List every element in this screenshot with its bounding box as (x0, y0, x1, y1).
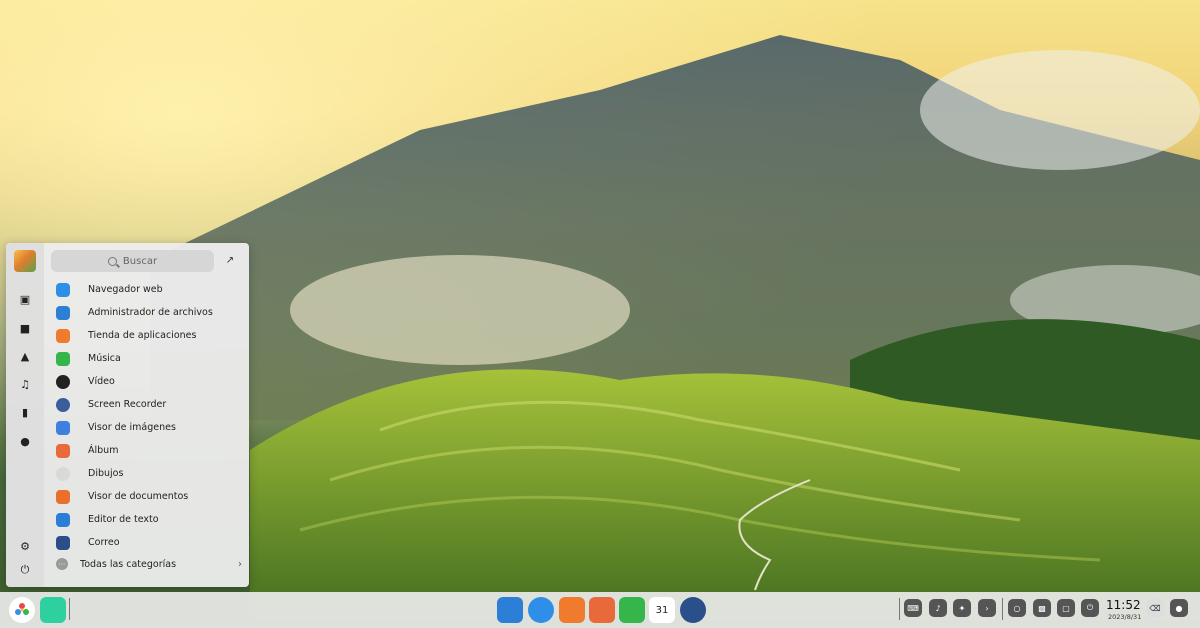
pictures-category-icon[interactable]: ▲ (16, 347, 34, 365)
browser-icon (56, 282, 70, 297)
calendar-day: 31 (655, 604, 669, 616)
app-item-administrador-de-archivos[interactable]: Administrador de archivos (56, 301, 246, 324)
power-icon[interactable]: ⏻ (1081, 599, 1099, 617)
file-manager-icon[interactable] (497, 597, 523, 623)
browser-icon[interactable] (528, 597, 554, 623)
video-icon (56, 374, 70, 389)
app-list: Navegador web Administrador de archivos … (56, 278, 246, 554)
window-icon[interactable]: ▢ (1057, 599, 1075, 617)
all-categories-label: Todas las categorías (80, 558, 177, 570)
app-label: Vídeo (88, 376, 115, 387)
tray-separator (1002, 598, 1003, 620)
app-item-correo[interactable]: Correo (56, 531, 246, 554)
app-label: Música (88, 353, 121, 364)
file-manager-icon (56, 305, 70, 320)
app-label: Correo (88, 537, 120, 548)
power-icon[interactable]: ⏻ (16, 561, 34, 579)
screen-recorder-icon (56, 397, 70, 412)
user-avatar[interactable] (14, 250, 36, 272)
search-icon[interactable]: ○ (1008, 599, 1026, 617)
app-label: Visor de documentos (88, 491, 189, 502)
app-item-video[interactable]: Vídeo (56, 370, 246, 393)
app-item-screen-recorder[interactable]: Screen Recorder (56, 393, 246, 416)
more-icon: ⋯ (56, 558, 68, 570)
music-icon (56, 351, 70, 366)
dock: 31 ⌨ ♪ ✦ › ○ ▩ ▢ ⏻ ⌫ ● (0, 592, 1200, 628)
multitasking-view-icon[interactable] (40, 597, 66, 623)
album-icon (56, 443, 70, 458)
image-viewer-icon (56, 420, 70, 435)
screenshot-icon[interactable]: ✦ (953, 599, 971, 617)
notification-icon[interactable]: ● (1170, 599, 1188, 617)
app-item-musica[interactable]: Música (56, 347, 246, 370)
clock-time[interactable]: 11:52 (1106, 598, 1141, 612)
settings-icon[interactable]: ⚙ (16, 537, 34, 555)
app-label: Administrador de archivos (88, 307, 213, 318)
mail-icon (56, 535, 70, 550)
text-editor-icon (56, 512, 70, 527)
app-label: Dibujos (88, 468, 124, 479)
documents-category-icon[interactable]: ■ (16, 319, 34, 337)
app-store-icon[interactable] (559, 597, 585, 623)
app-label: Tienda de aplicaciones (88, 330, 197, 341)
videos-category-icon[interactable]: ▮ (16, 403, 34, 421)
dock-separator (69, 598, 70, 620)
fullscreen-toggle-icon[interactable]: ↗ (223, 254, 237, 268)
app-item-album[interactable]: Álbum (56, 439, 246, 462)
search-icon (107, 256, 117, 266)
search-input[interactable]: Buscar (51, 250, 214, 272)
draw-icon (56, 466, 70, 481)
app-store-icon (56, 328, 70, 343)
all-categories-button[interactable]: ⋯ Todas las categorías › (56, 556, 242, 572)
trash-icon[interactable]: ⌫ (1146, 599, 1164, 617)
app-label: Visor de imágenes (88, 422, 176, 433)
desktop-category-icon[interactable]: ▣ (16, 290, 34, 308)
search-placeholder: Buscar (122, 255, 158, 267)
keyboard-icon[interactable]: ⌨ (904, 599, 922, 617)
app-item-dibujos[interactable]: Dibujos (56, 462, 246, 485)
volume-icon[interactable]: ♪ (929, 599, 947, 617)
launcher-sidebar: ▣ ■ ▲ ♫ ▮ ● ⚙ ⏻ (6, 243, 44, 587)
clock-date[interactable]: 2023/8/31 (1108, 613, 1141, 621)
chevron-right-icon: › (238, 558, 242, 570)
app-item-navegador-web[interactable]: Navegador web (56, 278, 246, 301)
dock-separator (899, 598, 900, 620)
app-launcher: ▣ ■ ▲ ♫ ▮ ● ⚙ ⏻ Buscar ↗ Navegador web A… (6, 243, 249, 587)
document-viewer-icon (56, 489, 70, 504)
launcher-icon[interactable] (9, 597, 35, 623)
music-icon[interactable] (619, 597, 645, 623)
app-item-visor-de-documentos[interactable]: Visor de documentos (56, 485, 246, 508)
app-label: Editor de texto (88, 514, 159, 525)
chevron-right-icon[interactable]: › (978, 599, 996, 617)
app-item-visor-de-imagenes[interactable]: Visor de imágenes (56, 416, 246, 439)
app-item-tienda-de-aplicaciones[interactable]: Tienda de aplicaciones (56, 324, 246, 347)
calendar-icon[interactable]: 31 (649, 597, 675, 623)
music-category-icon[interactable]: ♫ (16, 375, 34, 393)
app-label: Álbum (88, 445, 119, 456)
app-label: Screen Recorder (88, 399, 167, 410)
album-icon[interactable] (589, 597, 615, 623)
control-center-icon[interactable] (680, 597, 706, 623)
app-label: Navegador web (88, 284, 163, 295)
workspace-icon[interactable]: ▩ (1033, 599, 1051, 617)
downloads-category-icon[interactable]: ● (16, 432, 34, 450)
app-item-editor-de-texto[interactable]: Editor de texto (56, 508, 246, 531)
